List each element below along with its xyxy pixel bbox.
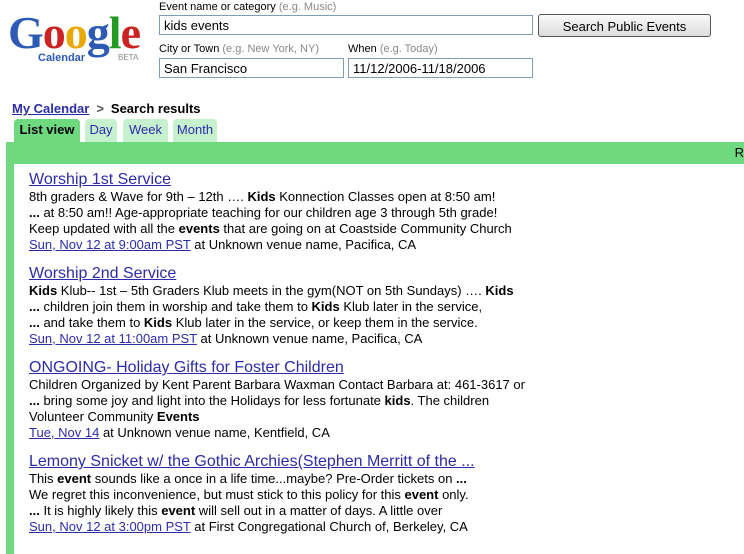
event-title-link[interactable]: ONGOING- Holiday Gifts for Foster Childr… xyxy=(29,358,744,377)
snippet-text: Volunteer Community xyxy=(29,409,157,424)
logo-letter: o xyxy=(42,7,66,58)
snippet-text: This xyxy=(29,471,58,486)
tab-list-view[interactable]: List view xyxy=(14,119,80,142)
event-name-label: Event name or category (e.g. Music) xyxy=(159,1,337,13)
event-snippet-line: ... It is highly likely this event will … xyxy=(29,503,744,519)
event-date-line: Tue, Nov 14 at Unknown venue name, Kentf… xyxy=(29,425,744,441)
breadcrumb-separator: > xyxy=(96,101,104,116)
logo-letter: o xyxy=(64,7,88,58)
snippet-text: sounds like a once in a life time...mayb… xyxy=(91,471,457,486)
snippet-highlight: ... xyxy=(29,299,40,314)
logo-wordmark: Google xyxy=(8,7,141,58)
logo-letter: g xyxy=(86,7,110,58)
snippet-highlight: event xyxy=(57,471,92,486)
logo-letter: G xyxy=(8,7,44,58)
snippet-highlight: ... xyxy=(29,393,40,408)
snippet-text: only. xyxy=(438,487,469,502)
logo-subtitle: Calendar xyxy=(38,52,86,64)
snippet-highlight: events xyxy=(178,221,220,236)
tab-week[interactable]: Week xyxy=(123,119,168,142)
when-input[interactable] xyxy=(348,58,533,78)
snippet-text: that are going on at Coastside Community… xyxy=(219,221,512,236)
results-panel-border xyxy=(6,164,14,554)
snippet-highlight: Kids xyxy=(247,189,276,204)
event-title-link[interactable]: Lemony Snicket w/ the Gothic Archies(Ste… xyxy=(29,452,744,471)
snippet-text: children join them in worship and take t… xyxy=(39,299,312,314)
event-venue: at First Congregational Church of, Berke… xyxy=(190,519,468,534)
snippet-text: Klub later in the service, or keep them … xyxy=(172,315,478,330)
snippet-highlight: Events xyxy=(156,409,200,424)
results-header-text: R xyxy=(734,145,744,160)
event-result: Lemony Snicket w/ the Gothic Archies(Ste… xyxy=(29,452,744,535)
snippet-highlight: ... xyxy=(29,205,40,220)
event-result: ONGOING- Holiday Gifts for Foster Childr… xyxy=(29,358,744,441)
event-snippet-line: Volunteer Community Events xyxy=(29,409,744,425)
event-results-list: Worship 1st Service 8th graders & Wave fo… xyxy=(29,170,744,546)
event-snippet-line: This event sounds like a once in a life … xyxy=(29,471,744,487)
event-snippet-line: ... children join them in worship and ta… xyxy=(29,299,744,315)
google-calendar-logo[interactable]: Google Calendar BETA xyxy=(6,6,146,66)
snippet-highlight: kids xyxy=(384,393,411,408)
event-snippet-line: Keep updated with all the events that ar… xyxy=(29,221,744,237)
results-header-bar: R xyxy=(6,142,744,164)
snippet-text: Konnection Classes open at 8:50 am! xyxy=(275,189,496,204)
event-date-link[interactable]: Sun, Nov 12 at 9:00am PST xyxy=(29,237,191,252)
event-date-link[interactable]: Sun, Nov 12 at 3:00pm PST xyxy=(29,519,191,534)
event-snippet-line: Kids Klub-- 1st – 5th Graders Klub meets… xyxy=(29,283,744,299)
event-snippet-line: ... and take them to Kids Klub later in … xyxy=(29,315,744,331)
snippet-text: . The children xyxy=(410,393,490,408)
logo-letter: l xyxy=(108,7,122,58)
logo-beta-badge: BETA xyxy=(118,53,139,62)
event-snippet-line: 8th graders & Wave for 9th – 12th …. Kid… xyxy=(29,189,744,205)
search-public-events-button[interactable]: Search Public Events xyxy=(538,14,711,37)
snippet-text: Children Organized by Kent Parent Barbar… xyxy=(29,377,525,392)
tab-day[interactable]: Day xyxy=(85,119,117,142)
event-date-line: Sun, Nov 12 at 11:00am PST at Unknown ve… xyxy=(29,331,744,347)
breadcrumb-current: Search results xyxy=(110,101,201,116)
snippet-text: It is highly likely this xyxy=(39,503,162,518)
event-date-line: Sun, Nov 12 at 3:00pm PST at First Congr… xyxy=(29,519,744,535)
snippet-text: Keep updated with all the xyxy=(29,221,179,236)
city-input[interactable] xyxy=(159,58,344,78)
snippet-text: Klub later in the service, xyxy=(339,299,483,314)
event-result: Worship 1st Service 8th graders & Wave fo… xyxy=(29,170,744,253)
breadcrumb: My Calendar > Search results xyxy=(12,101,201,116)
snippet-text: will sell out in a matter of days. A lit… xyxy=(195,503,443,518)
logo-letter: e xyxy=(120,7,141,58)
snippet-highlight: event xyxy=(161,503,196,518)
event-title-link[interactable]: Worship 2nd Service xyxy=(29,264,744,283)
event-snippet-line: ... at 8:50 am!! Age-appropriate teachin… xyxy=(29,205,744,221)
tab-month[interactable]: Month xyxy=(173,119,217,142)
snippet-highlight: Kids xyxy=(29,283,58,298)
event-venue: at Unknown venue name, Pacifica, CA xyxy=(196,331,423,346)
snippet-highlight: Kids xyxy=(143,315,173,330)
event-snippet-line: Children Organized by Kent Parent Barbar… xyxy=(29,377,744,393)
snippet-highlight: Kids xyxy=(485,283,514,298)
snippet-highlight: event xyxy=(404,487,439,502)
event-title-link[interactable]: Worship 1st Service xyxy=(29,170,744,189)
snippet-text: We regret this inconvenience, but must s… xyxy=(29,487,405,502)
snippet-text: Klub-- 1st – 5th Graders Klub meets in t… xyxy=(57,283,486,298)
city-label: City or Town (e.g. New York, NY) xyxy=(159,43,319,55)
event-date-line: Sun, Nov 12 at 9:00am PST at Unknown ven… xyxy=(29,237,744,253)
event-venue: at Unknown venue name, Pacifica, CA xyxy=(190,237,417,252)
snippet-highlight: ... xyxy=(29,503,40,518)
snippet-highlight: ... xyxy=(456,471,467,486)
when-label: When (e.g. Today) xyxy=(348,43,438,55)
event-venue: at Unknown venue name, Kentfield, CA xyxy=(99,425,330,440)
event-date-link[interactable]: Tue, Nov 14 xyxy=(29,425,99,440)
my-calendar-link[interactable]: My Calendar xyxy=(12,101,89,116)
snippet-highlight: ... xyxy=(29,315,40,330)
event-snippet-line: ... bring some joy and light into the Ho… xyxy=(29,393,744,409)
event-snippet-line: We regret this inconvenience, but must s… xyxy=(29,487,744,503)
snippet-text: bring some joy and light into the Holida… xyxy=(39,393,385,408)
snippet-text: 8th graders & Wave for 9th – 12th …. xyxy=(29,189,248,204)
snippet-text: and take them to xyxy=(39,315,144,330)
snippet-highlight: Kids xyxy=(311,299,340,314)
event-name-input[interactable] xyxy=(159,15,533,35)
event-result: Worship 2nd Service Kids Klub-- 1st – 5th… xyxy=(29,264,744,347)
event-date-link[interactable]: Sun, Nov 12 at 11:00am PST xyxy=(29,331,197,346)
snippet-text: at 8:50 am!! Age-appropriate teaching fo… xyxy=(39,205,498,220)
